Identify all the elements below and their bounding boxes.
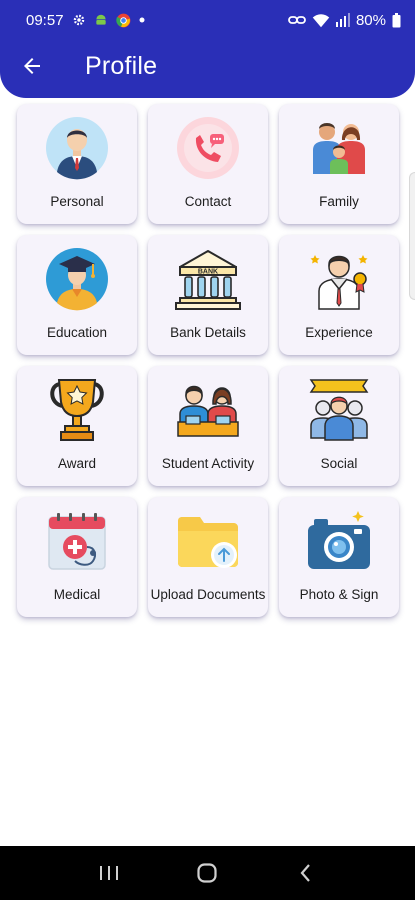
wifi-icon — [312, 13, 330, 28]
family-icon — [305, 114, 373, 182]
profile-menu-grid: Personal Contact Family Education BANK B… — [17, 104, 399, 617]
card-label: Education — [46, 325, 108, 340]
medical-calendar-icon — [43, 507, 111, 575]
social-card[interactable]: Social — [279, 366, 399, 486]
person-icon — [43, 114, 111, 182]
system-nav-bar — [0, 846, 415, 900]
card-label: Bank Details — [170, 325, 246, 340]
phone-icon — [174, 114, 242, 182]
home-button[interactable] — [182, 853, 232, 893]
page-title: Profile — [85, 51, 158, 80]
edge-panel-handle[interactable] — [409, 172, 415, 300]
back-button[interactable] — [2, 34, 62, 98]
card-label: Award — [57, 456, 97, 471]
status-time: 09:57 — [26, 11, 64, 29]
bank-details-card[interactable]: BANK Bank Details — [148, 235, 268, 355]
svg-text:BANK: BANK — [198, 269, 218, 276]
chrome-icon — [115, 13, 131, 28]
android-icon — [94, 13, 108, 27]
card-label: Student Activity — [161, 456, 255, 471]
system-back-button[interactable] — [281, 853, 331, 893]
students-icon — [174, 376, 242, 444]
graduate-icon — [43, 245, 111, 313]
personal-card[interactable]: Personal — [17, 104, 137, 224]
card-label: Social — [320, 456, 358, 471]
card-label: Family — [319, 194, 359, 209]
education-card[interactable]: Education — [17, 235, 137, 355]
contact-card[interactable]: Contact — [148, 104, 268, 224]
gear-icon — [72, 13, 86, 27]
home-icon — [197, 863, 218, 883]
card-label: Contact — [184, 194, 232, 209]
card-label: Experience — [305, 325, 373, 340]
recent-apps-button[interactable] — [84, 853, 134, 893]
folder-upload-icon — [174, 507, 242, 575]
card-label: Medical — [53, 587, 101, 602]
bank-icon: BANK — [174, 245, 242, 313]
trophy-icon — [43, 376, 111, 444]
camera-icon — [305, 507, 373, 575]
card-label: Personal — [50, 194, 104, 209]
card-label: Upload Documents — [150, 587, 266, 602]
battery-icon — [392, 12, 401, 28]
battery-percent: 80% — [355, 11, 386, 29]
dot-icon — [139, 17, 145, 23]
student-activity-card[interactable]: Student Activity — [148, 366, 268, 486]
upload-documents-card[interactable]: Upload Documents — [148, 497, 268, 617]
app-bar: Profile — [0, 34, 415, 98]
award-card[interactable]: Award — [17, 366, 137, 486]
link-icon — [288, 14, 306, 26]
experience-icon — [305, 245, 373, 313]
group-icon — [305, 376, 373, 444]
arrow-left-icon — [24, 58, 40, 74]
medical-card[interactable]: Medical — [17, 497, 137, 617]
card-label: Photo & Sign — [299, 587, 379, 602]
signal-icon — [335, 13, 350, 27]
family-card[interactable]: Family — [279, 104, 399, 224]
back-icon — [300, 864, 310, 882]
photo-sign-card[interactable]: Photo & Sign — [279, 497, 399, 617]
experience-card[interactable]: Experience — [279, 235, 399, 355]
recent-apps-icon — [100, 866, 119, 880]
